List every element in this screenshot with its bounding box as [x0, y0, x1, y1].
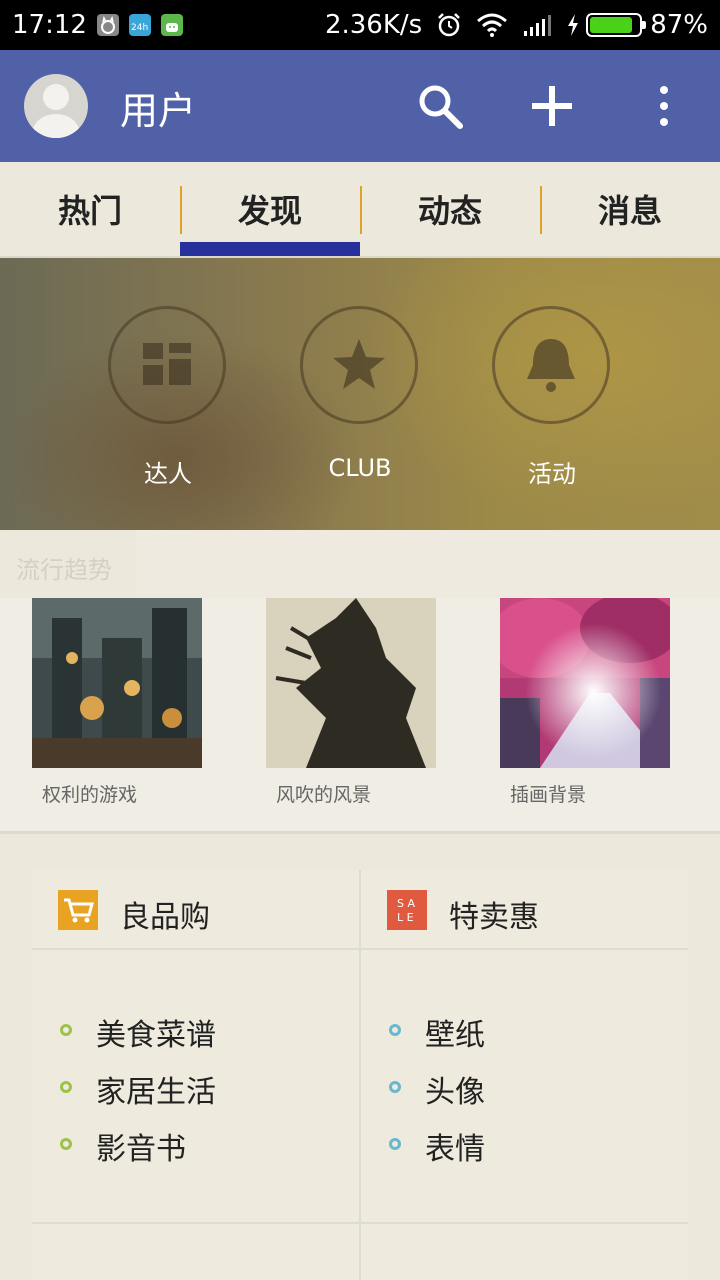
tab-messages[interactable]: 消息	[540, 162, 720, 256]
bell-icon	[527, 339, 575, 392]
sale-icon: S A L E	[387, 890, 427, 930]
trending-item[interactable]: 风吹的风景	[266, 598, 436, 807]
discover-banner: 达人 CLUB 活动	[0, 258, 720, 530]
trending-list: 权利的游戏 风吹的风景 插画背景	[0, 598, 720, 834]
status-time: 17:12	[12, 10, 87, 40]
trending-thumbnail[interactable]	[266, 598, 436, 768]
wifi-icon	[476, 13, 508, 37]
svg-text:L E: L E	[397, 911, 414, 924]
feature-club[interactable]: CLUB	[300, 306, 420, 482]
battery-percent: 87%	[650, 10, 708, 40]
trending-thumbnail[interactable]	[500, 598, 670, 768]
svg-text:24h: 24h	[131, 23, 148, 33]
shop-card-goods: 良品购 美食菜谱 家居生活 影音书	[32, 870, 359, 1280]
shop-panel: 良品购 美食菜谱 家居生活 影音书 S A L E 特卖惠 壁纸 头像 表情	[32, 870, 688, 1280]
list-item[interactable]: 家居生活	[32, 1067, 359, 1124]
cart-icon	[58, 890, 98, 930]
grid-icon	[143, 343, 191, 385]
main-tabs: 热门 发现 动态 消息	[0, 162, 720, 258]
svg-text:S A: S A	[397, 897, 415, 910]
shop-card-header[interactable]: 良品购	[32, 870, 359, 950]
trending-title: 流行趋势	[16, 556, 112, 584]
shop-card-header[interactable]: S A L E 特卖惠	[361, 870, 688, 950]
trending-caption: 权利的游戏	[42, 784, 138, 806]
list-item[interactable]: 影音书	[32, 1124, 359, 1181]
list-item[interactable]: 头像	[361, 1067, 688, 1124]
status-bar: 17:12 24h 2.36K/s 87%	[0, 0, 720, 50]
star-icon	[333, 339, 385, 389]
tab-activity-feed[interactable]: 动态	[360, 162, 540, 256]
list-item[interactable]: 美食菜谱	[32, 1010, 359, 1067]
avatar[interactable]	[24, 74, 88, 138]
shop-card-title: 良品购	[120, 900, 210, 935]
list-item[interactable]: 壁纸	[361, 1010, 688, 1067]
app-screen: 17:12 24h 2.36K/s 87% 用户 热门 发现 动态 消息 达人 …	[0, 0, 720, 1280]
tab-hot[interactable]: 热门	[0, 162, 180, 256]
search-icon[interactable]	[416, 82, 464, 130]
feature-events[interactable]: 活动	[492, 306, 612, 489]
24h-notification-icon: 24h	[128, 14, 151, 36]
more-icon[interactable]	[640, 82, 688, 130]
cat-notification-icon	[96, 14, 119, 36]
alarm-icon	[436, 12, 462, 38]
shop-card-sale: S A L E 特卖惠 壁纸 头像 表情	[361, 870, 688, 1280]
trending-item[interactable]: 权利的游戏	[32, 598, 202, 807]
feature-club-label: CLUB	[328, 454, 392, 482]
trending-caption: 风吹的风景	[276, 784, 372, 806]
app-bar: 用户	[0, 50, 720, 162]
android-notification-icon	[160, 14, 183, 36]
charging-icon	[566, 13, 580, 37]
network-speed: 2.36K/s	[324, 10, 423, 40]
shop-card-title: 特卖惠	[449, 900, 539, 935]
app-bar-title[interactable]: 用户	[120, 80, 196, 135]
signal-icon	[522, 13, 552, 37]
feature-experts[interactable]: 达人	[108, 306, 228, 489]
trending-item[interactable]: 插画背景	[500, 598, 670, 807]
feature-events-label: 活动	[528, 460, 576, 488]
feature-experts-label: 达人	[144, 460, 192, 488]
trending-thumbnail[interactable]	[32, 598, 202, 768]
trending-header: 流行趋势	[0, 530, 720, 598]
trending-caption: 插画背景	[510, 784, 587, 806]
add-icon[interactable]	[528, 82, 576, 130]
battery-icon	[586, 13, 647, 37]
tab-discover[interactable]: 发现	[180, 162, 360, 256]
list-item[interactable]: 表情	[361, 1124, 688, 1181]
